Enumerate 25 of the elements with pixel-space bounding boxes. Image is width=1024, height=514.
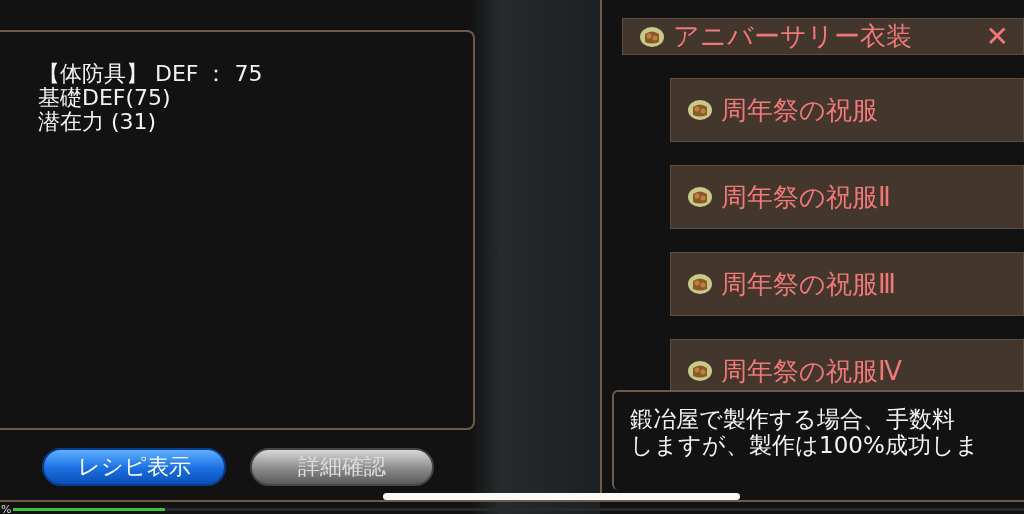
home-indicator[interactable] bbox=[383, 493, 740, 500]
stat-line: 基礎DEF(75) bbox=[38, 86, 172, 110]
description-line: しますが、製作は100%成功しま bbox=[630, 432, 980, 458]
bag-icon bbox=[687, 186, 713, 208]
recipe-item[interactable]: 周年祭の祝服Ⅱ bbox=[670, 165, 1024, 229]
close-button[interactable]: ✕ bbox=[979, 19, 1015, 54]
item-label: 周年祭の祝服Ⅲ bbox=[721, 267, 896, 301]
bag-icon bbox=[687, 360, 713, 382]
recipe-item[interactable]: 周年祭の祝服 bbox=[670, 78, 1024, 142]
item-label: 周年祭の祝服Ⅱ bbox=[721, 180, 891, 214]
bag-icon bbox=[639, 25, 665, 48]
stat-line: 【体防具】 DEF ： 75 bbox=[38, 62, 264, 86]
description-line: 鍛冶屋で製作する場合、手数料 bbox=[630, 406, 956, 432]
details-button[interactable]: 詳細確認 bbox=[250, 448, 434, 486]
stat-line: 潜在力 (31) bbox=[38, 110, 158, 134]
category-label: アニバーサリー衣装 bbox=[673, 20, 912, 53]
category-header[interactable]: アニバーサリー衣装 ✕ bbox=[622, 18, 1024, 55]
recipe-item[interactable]: 周年祭の祝服Ⅲ bbox=[670, 252, 1024, 316]
recipe-item[interactable]: 周年祭の祝服Ⅳ bbox=[670, 339, 1024, 390]
progress-percent: % bbox=[1, 502, 12, 514]
item-label: 周年祭の祝服Ⅳ bbox=[721, 354, 902, 388]
bag-icon bbox=[687, 273, 713, 295]
item-label: 周年祭の祝服 bbox=[721, 93, 878, 127]
bag-icon bbox=[687, 99, 713, 121]
recipe-button[interactable]: レシピ表示 bbox=[42, 448, 226, 486]
